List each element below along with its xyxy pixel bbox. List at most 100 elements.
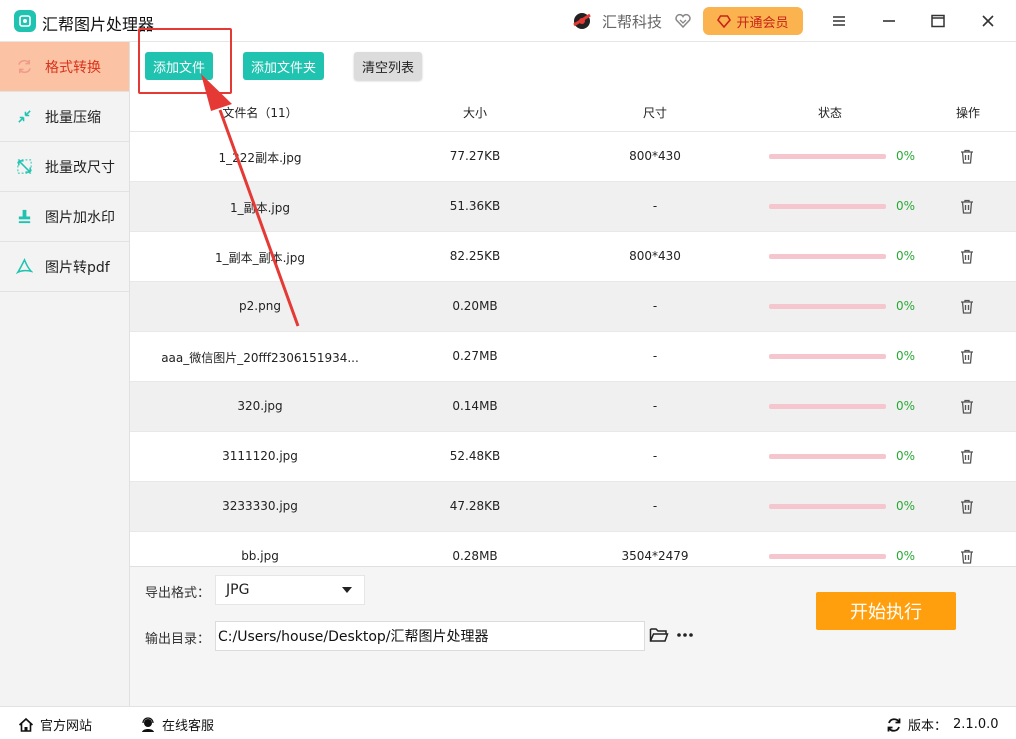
progress-bar: [769, 404, 886, 409]
trash-icon[interactable]: [960, 299, 976, 315]
header-size: 大小: [462, 106, 487, 120]
progress-percent: 0%: [896, 449, 916, 463]
header-name: 文件名（11）: [222, 106, 298, 120]
header-ops: 操作: [955, 106, 980, 120]
service-label: 在线客服: [162, 719, 215, 734]
chevron-down-icon: [342, 587, 352, 593]
trash-icon[interactable]: [960, 199, 976, 215]
file-size: 51.36KB: [449, 199, 501, 213]
sidebar-item-label: 图片加水印: [45, 209, 115, 226]
progress-bar: [769, 354, 886, 359]
menu-icon[interactable]: [828, 10, 850, 32]
app-logo-icon: [14, 10, 36, 32]
header-status: 状态: [817, 106, 842, 120]
website-label: 官方网站: [40, 719, 93, 734]
file-dimension: -: [652, 199, 658, 213]
file-dimension: -: [652, 349, 658, 363]
file-name: 3233330.jpg: [222, 499, 298, 513]
file-size: 47.28KB: [449, 499, 501, 513]
close-icon[interactable]: [977, 10, 999, 32]
sidebar-item-format-convert[interactable]: 格式转换: [0, 42, 129, 92]
online-service-link[interactable]: 在线客服: [140, 715, 214, 734]
sidebar-item-to-pdf[interactable]: 图片转pdf: [0, 242, 129, 292]
sidebar: 格式转换 批量压缩 批量改尺寸 图片加水印 图片转pdf: [0, 42, 130, 706]
file-name: 320.jpg: [237, 399, 283, 413]
sidebar-item-batch-compress[interactable]: 批量压缩: [0, 92, 129, 142]
more-options-icon[interactable]: [675, 626, 695, 644]
progress-bar: [769, 554, 886, 559]
minimize-icon[interactable]: [878, 10, 900, 32]
file-dimension: -: [652, 499, 658, 513]
file-size: 82.25KB: [449, 249, 501, 263]
progress-percent: 0%: [896, 349, 916, 363]
table-row[interactable]: 320.jpg 0.14MB - 0%: [130, 382, 1016, 432]
trash-icon[interactable]: [960, 349, 976, 365]
table-row[interactable]: 1_副本.jpg 51.36KB - 0%: [130, 182, 1016, 232]
compress-icon: [18, 110, 31, 123]
official-website-link[interactable]: 官方网站: [18, 715, 92, 734]
progress-percent: 0%: [896, 549, 916, 563]
sidebar-item-label: 批量改尺寸: [45, 159, 115, 176]
annotation-highlight-box: [138, 28, 232, 94]
table-row[interactable]: 3233330.jpg 47.28KB - 0%: [130, 482, 1016, 532]
table-header: 文件名（11） 大小 尺寸 状态 操作: [130, 92, 1016, 132]
progress-percent: 0%: [896, 299, 916, 313]
table-row[interactable]: p2.png 0.20MB - 0%: [130, 282, 1016, 332]
trash-icon[interactable]: [960, 499, 976, 515]
pdf-icon: [16, 258, 33, 274]
output-settings: 导出格式： JPG 输出目录： C:/Users/house/Desktop/汇…: [130, 566, 1016, 706]
customer-service-icon: [142, 716, 154, 732]
favorite-heart-icon[interactable]: [674, 12, 692, 30]
table-row[interactable]: 1_222副本.jpg 77.27KB 800*430 0%: [130, 132, 1016, 182]
stamp-icon: [18, 209, 31, 224]
vip-diamond-icon: [717, 15, 732, 28]
vip-button[interactable]: 开通会员: [703, 7, 803, 35]
trash-icon[interactable]: [960, 549, 976, 565]
start-button[interactable]: 开始执行: [816, 592, 956, 630]
sidebar-item-label: 格式转换: [45, 59, 101, 76]
file-name: p2.png: [239, 299, 281, 313]
file-size: 77.27KB: [449, 149, 501, 163]
brand: 汇帮科技: [570, 9, 692, 33]
progress-percent: 0%: [896, 499, 916, 513]
progress-percent: 0%: [896, 199, 916, 213]
progress-bar: [769, 304, 886, 309]
table-row[interactable]: aaa_微信图片_20fff2306151934... 0.27MB - 0%: [130, 332, 1016, 382]
sidebar-item-label: 批量压缩: [45, 109, 101, 126]
version-info[interactable]: 版本： 2.1.0.0: [886, 715, 999, 734]
file-dimension: -: [652, 299, 658, 313]
file-list: 1_222副本.jpg 77.27KB 800*430 0% 1_副本.jpg …: [130, 132, 1016, 566]
table-row[interactable]: 1_副本_副本.jpg 82.25KB 800*430 0%: [130, 232, 1016, 282]
file-dimension: 800*430: [629, 249, 681, 263]
sidebar-item-batch-resize[interactable]: 批量改尺寸: [0, 142, 129, 192]
header-dimension: 尺寸: [642, 106, 667, 120]
add-folder-button[interactable]: 添加文件夹: [243, 52, 324, 80]
table-row[interactable]: 3111120.jpg 52.48KB - 0%: [130, 432, 1016, 482]
folder-open-icon[interactable]: [649, 626, 669, 644]
trash-icon[interactable]: [960, 149, 976, 165]
output-dir-input[interactable]: C:/Users/house/Desktop/汇帮图片处理器: [215, 621, 645, 651]
update-refresh-icon: [887, 717, 901, 732]
trash-icon[interactable]: [960, 449, 976, 465]
file-name: 3111120.jpg: [222, 449, 298, 463]
format-select[interactable]: JPG: [215, 575, 365, 605]
file-size: 0.28MB: [452, 549, 498, 563]
trash-icon[interactable]: [960, 399, 976, 415]
file-size: 52.48KB: [449, 449, 501, 463]
file-size: 0.20MB: [452, 299, 498, 313]
maximize-icon[interactable]: [927, 10, 949, 32]
sidebar-item-label: 图片转pdf: [45, 259, 110, 276]
sidebar-item-watermark[interactable]: 图片加水印: [0, 192, 129, 242]
file-dimension: -: [652, 399, 658, 413]
file-name: 1_副本_副本.jpg: [214, 251, 306, 265]
file-name: 1_222副本.jpg: [218, 151, 302, 165]
progress-bar: [769, 504, 886, 509]
trash-icon[interactable]: [960, 249, 976, 265]
status-bar: 官方网站 在线客服 版本： 2.1.0.0: [0, 706, 1016, 739]
output-dir-label: 输出目录：: [145, 632, 211, 647]
home-icon: [18, 717, 34, 732]
progress-bar: [769, 454, 886, 459]
progress-bar: [769, 154, 886, 159]
clear-list-button[interactable]: 清空列表: [354, 52, 422, 80]
table-row[interactable]: bb.jpg 0.28MB 3504*2479 0%: [130, 532, 1016, 566]
